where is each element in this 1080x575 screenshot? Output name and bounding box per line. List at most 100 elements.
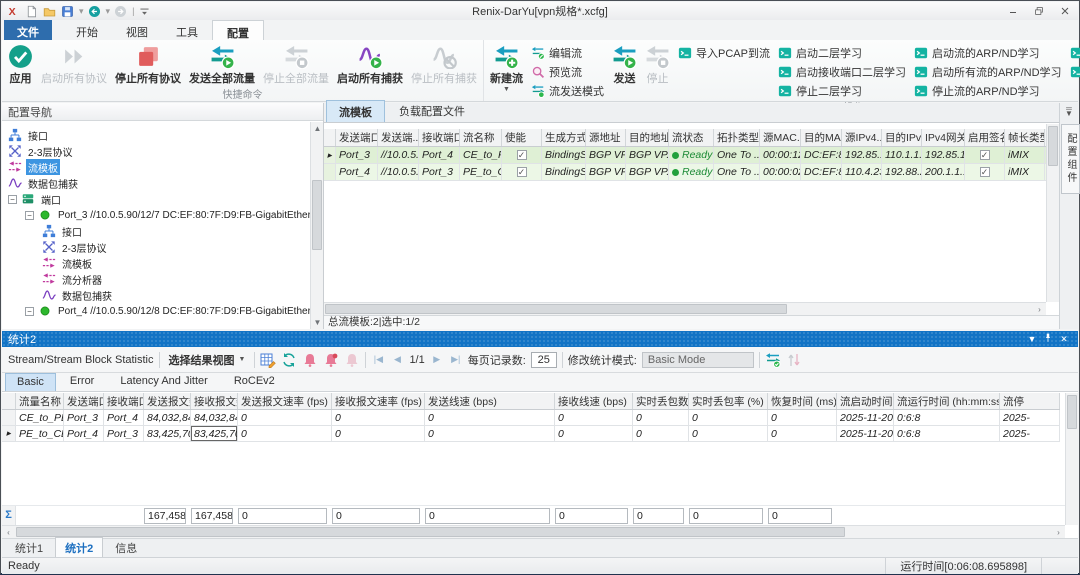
checkbox-checked-icon[interactable]: ✓ — [517, 167, 527, 177]
cell[interactable]: DC:EF:8... — [801, 164, 842, 180]
column-header[interactable]: 发送端口 — [64, 393, 104, 409]
tab-RoCEv2[interactable]: RoCEv2 — [222, 372, 287, 391]
cell[interactable]: BindingS... — [542, 164, 586, 180]
cell[interactable]: 0 — [555, 426, 633, 441]
expander-icon[interactable]: − — [25, 307, 34, 316]
tree-item[interactable]: 流模板 — [2, 255, 310, 271]
tab-流模板[interactable]: 流模板 — [326, 100, 385, 122]
cell[interactable]: Ready — [669, 164, 714, 180]
clear-all-statistics-icon[interactable] — [323, 352, 339, 368]
column-header[interactable]: 启用签名 — [965, 129, 1005, 146]
cell[interactable]: 84,032,841 — [191, 410, 238, 425]
cell[interactable]: One To ... — [714, 164, 760, 180]
cell[interactable]: //10.0.5... — [378, 147, 419, 163]
ribbon-button-停止二层学习[interactable]: 停止二层学习 — [778, 83, 906, 99]
cell[interactable]: 84,032,841 — [144, 410, 191, 425]
collapse-panel-icon[interactable]: ═▼ — [1064, 106, 1075, 116]
cell[interactable]: 2025- — [1000, 410, 1060, 425]
ribbon-button-新建流[interactable]: 新建流▼ — [486, 41, 527, 99]
expander-icon[interactable]: − — [25, 211, 34, 220]
cell[interactable]: 192.88.2... — [882, 164, 922, 180]
column-header[interactable]: 使能 — [502, 129, 542, 146]
panel-close-icon[interactable]: ✕ — [1056, 334, 1072, 345]
bottom-tab-统计2[interactable]: 统计2 — [55, 537, 103, 559]
column-header[interactable]: 发送端口 — [336, 129, 378, 146]
tree-item[interactable]: 数据包捕获 — [2, 287, 310, 303]
column-header[interactable]: 生成方式 — [542, 129, 586, 146]
minimize-icon[interactable] — [1000, 4, 1026, 19]
cell[interactable]: 110.4.23... — [842, 164, 882, 180]
column-header[interactable]: 接收端口 — [104, 393, 144, 409]
cell[interactable]: 0 — [768, 410, 837, 425]
column-header[interactable]: 源地址 — [586, 129, 626, 146]
ribbon-button-流发送模式[interactable]: 流发送模式 — [531, 83, 604, 99]
tree-item[interactable]: 数据包捕获 — [2, 175, 310, 191]
ribbon-button-启动所有捕获[interactable]: 启动所有捕获 — [333, 41, 407, 86]
cell[interactable]: BGP VP... — [626, 164, 669, 180]
cell[interactable]: Port_4 — [104, 410, 144, 425]
column-header[interactable]: 实时丢包率 (%) — [689, 393, 768, 409]
ribbon-button-启动接收端口二层学习[interactable]: 启动接收端口二层学习 — [778, 64, 906, 80]
column-header[interactable]: 目的地址 — [626, 129, 669, 146]
cell[interactable]: iMIX — [1005, 164, 1045, 180]
scroll-down-icon[interactable]: ▼ — [311, 316, 324, 329]
page-size-input[interactable]: 25 — [531, 352, 557, 368]
cell[interactable]: 0 — [238, 410, 332, 425]
column-header[interactable]: 帧长类型 — [1005, 129, 1045, 146]
cell[interactable]: 0 — [633, 410, 689, 425]
column-header[interactable]: 目的IPv.. — [882, 129, 922, 146]
ribbon-button-导入PCAP到流[interactable]: 导入PCAP到流 — [678, 45, 770, 61]
cell[interactable]: 192.85.1.2 — [842, 147, 882, 163]
cell[interactable]: Port_3 — [336, 147, 378, 163]
cell[interactable]: 0 — [238, 426, 332, 441]
last-page-icon[interactable]: ▶| — [449, 354, 463, 365]
cell[interactable]: Port_3 — [64, 410, 104, 425]
menu-tab-文件[interactable]: 文件 — [4, 20, 52, 40]
cell[interactable]: 2025- — [1000, 426, 1060, 441]
checkbox-checked-icon[interactable]: ✓ — [980, 167, 990, 177]
save-icon[interactable] — [60, 4, 75, 18]
cell[interactable]: CE_to_PE — [16, 410, 64, 425]
cell[interactable]: 0 — [633, 426, 689, 441]
cell[interactable]: BGP VP... — [626, 147, 669, 163]
cell[interactable]: 83,425,700 — [191, 426, 238, 441]
stat-mode-value[interactable]: Basic Mode — [642, 352, 754, 368]
column-header[interactable]: 流名称 — [460, 129, 502, 146]
clear-statistics-disabled-icon[interactable] — [344, 352, 360, 368]
tree-scroll-thumb[interactable] — [312, 180, 322, 250]
tree-item[interactable]: 流模板 — [2, 159, 310, 175]
cell[interactable]: Port_3 — [104, 426, 144, 441]
cell[interactable]: BGP VP... — [586, 147, 626, 163]
stats-vscroll-thumb[interactable] — [1067, 395, 1077, 429]
cell[interactable]: One To ... — [714, 147, 760, 163]
column-header[interactable]: 发送端.. — [378, 129, 419, 146]
ribbon-button-停止所有流的ARP/ND学习[interactable]: 停止所有流的ARP/ND学习 — [1070, 45, 1080, 61]
column-header[interactable]: 流停 — [1000, 393, 1060, 409]
new-file-icon[interactable] — [24, 4, 39, 18]
restore-icon[interactable] — [1026, 4, 1052, 19]
column-header[interactable]: IPv4网关 — [922, 129, 965, 146]
cell[interactable]: 0 — [555, 410, 633, 425]
column-header[interactable]: 流量名称 — [16, 393, 64, 409]
back-icon[interactable] — [87, 4, 102, 18]
column-header[interactable]: 源IPv4.. — [842, 129, 882, 146]
ribbon-button-预览流[interactable]: 预览流 — [531, 64, 604, 80]
ribbon-button-停止所有捕获[interactable]: 停止所有捕获 — [407, 41, 481, 86]
column-header[interactable]: 发送报文数 — [144, 393, 191, 409]
cell[interactable]: DC:EF:8... — [801, 147, 842, 163]
ribbon-button-启动所有协议[interactable]: 启动所有协议 — [37, 41, 111, 86]
tab-负载配置文件[interactable]: 负载配置文件 — [386, 99, 478, 122]
pin-icon[interactable] — [1040, 333, 1056, 345]
stream-hscroll-thumb[interactable] — [325, 304, 787, 314]
stream-vscroll-thumb[interactable] — [1048, 126, 1058, 166]
cell[interactable]: 200.1.1.1 — [922, 164, 965, 180]
column-header[interactable]: 流启动时间 — [837, 393, 894, 409]
cell[interactable]: 0 — [332, 410, 425, 425]
expander-icon[interactable]: − — [8, 195, 17, 204]
stream-horizontal-scrollbar[interactable]: › — [324, 302, 1046, 315]
scroll-up-icon[interactable]: ▲ — [311, 122, 324, 135]
cell[interactable]: ✓ — [502, 147, 542, 163]
menu-tab-配置[interactable]: 配置 — [212, 20, 264, 40]
toolbar-options-icon[interactable] — [137, 4, 152, 18]
cell[interactable]: 0 — [425, 426, 555, 441]
